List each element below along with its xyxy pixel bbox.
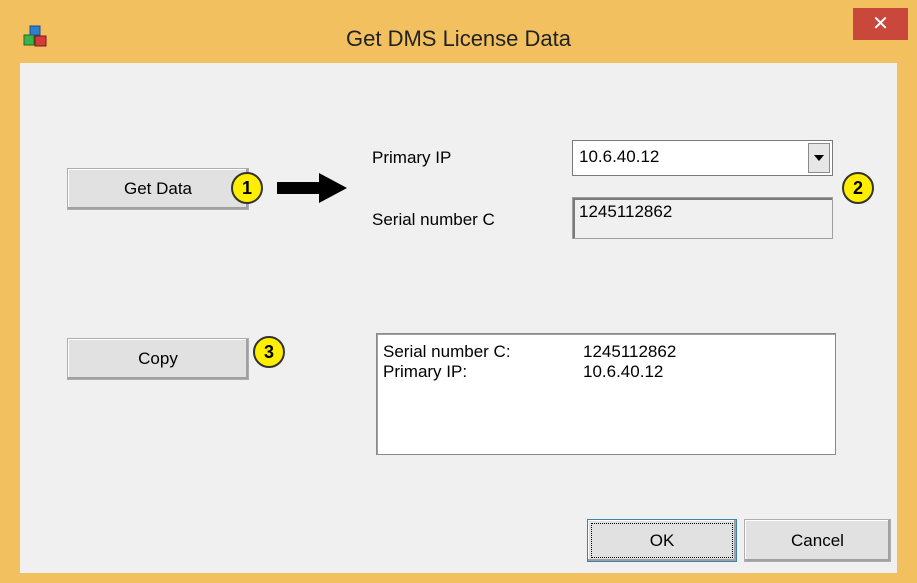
step-badge-2: 2: [842, 172, 874, 204]
serial-number-value: 1245112862: [579, 202, 673, 221]
output-serial-value: 1245112862: [583, 342, 677, 361]
cancel-label: Cancel: [791, 531, 844, 550]
ok-button[interactable]: OK: [587, 519, 737, 562]
dropdown-button[interactable]: [808, 143, 830, 173]
step-badge-3: 3: [253, 336, 285, 368]
output-serial-key: Serial number C:: [383, 342, 511, 361]
primary-ip-value: 10.6.40.12: [579, 147, 660, 166]
dialog-client-area: Get Data 1 Primary IP 10.6.40.12 2 Seria…: [20, 63, 897, 573]
primary-ip-label: Primary IP: [372, 148, 452, 167]
focus-rect: [591, 523, 733, 558]
step-badge-1: 1: [231, 172, 263, 204]
get-data-button[interactable]: Get Data: [67, 168, 249, 210]
serial-number-label: Serial number C: [372, 210, 495, 229]
window-title: Get DMS License Data: [346, 26, 571, 51]
copy-button[interactable]: Copy: [67, 338, 249, 380]
close-icon: ✕: [872, 13, 889, 35]
output-row-ip: Primary IP: 10.6.40.12: [383, 362, 663, 382]
serial-number-field: 1245112862: [572, 197, 833, 239]
output-ip-key: Primary IP:: [383, 362, 468, 381]
close-button[interactable]: ✕: [853, 8, 908, 40]
chevron-down-icon: [814, 155, 824, 161]
output-row-serial: Serial number C: 1245112862: [383, 342, 676, 362]
title-bar[interactable]: Get DMS License Data ✕: [0, 0, 917, 63]
arrow-right-icon: [277, 173, 347, 203]
copy-label: Copy: [138, 349, 178, 368]
output-ip-value: 10.6.40.12: [583, 362, 664, 381]
get-data-label: Get Data: [123, 179, 193, 198]
license-data-textarea[interactable]: Serial number C: 1245112862 Primary IP: …: [376, 333, 836, 455]
cancel-button[interactable]: Cancel: [744, 519, 891, 562]
primary-ip-select[interactable]: 10.6.40.12: [572, 140, 833, 176]
dialog-window: Get DMS License Data ✕ Get Data 1 Primar…: [0, 0, 917, 583]
